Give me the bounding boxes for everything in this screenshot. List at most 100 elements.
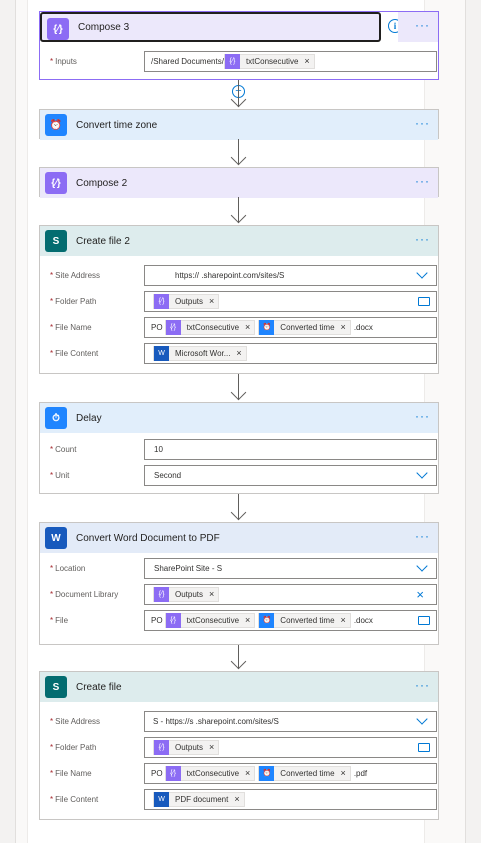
compose2-header[interactable]: {⁄} Compose 2 ··· [40, 168, 438, 198]
chevron-down-icon[interactable] [416, 466, 428, 479]
token-txtconsecutive[interactable]: {⁄} txtConsecutive × [164, 319, 256, 335]
remove-token-icon[interactable]: × [341, 615, 346, 625]
create-file2-title: Create file 2 [76, 235, 130, 247]
compose-token-icon: {⁄} [154, 739, 169, 755]
compose-icon: {⁄} [47, 18, 69, 40]
count-input[interactable]: 10 [144, 438, 437, 460]
compose-token-icon: {⁄} [154, 586, 169, 602]
folder-icon[interactable] [418, 296, 430, 306]
token-pdf-document[interactable]: W PDF document × [153, 791, 245, 807]
clock-token-icon: ⏰ [259, 319, 275, 335]
clock-token-icon: ⏰ [259, 765, 275, 781]
token-outputs[interactable]: {⁄} Outputs × [153, 293, 220, 309]
unit-dropdown[interactable]: Second [144, 464, 437, 486]
remove-token-icon[interactable]: × [209, 296, 214, 306]
compose-token-icon: {⁄} [165, 319, 181, 335]
site-address-field: * Site Address https:// .sharepoint.com/s… [48, 262, 437, 288]
folder-path-label: Folder Path [55, 742, 97, 752]
token-converted-time[interactable]: ⏰ Converted time × [258, 765, 351, 781]
create-file2-header[interactable]: S Create file 2 ··· [40, 226, 438, 256]
delay-header[interactable]: ⏱ Delay ··· [40, 403, 438, 433]
convert-timezone-header[interactable]: ⏰ Convert time zone ··· [40, 110, 438, 140]
token-outputs[interactable]: {⁄} Outputs × [153, 586, 220, 602]
remove-token-icon[interactable]: × [341, 768, 346, 778]
token-microsoft-word[interactable]: W Microsoft Wor... × [153, 345, 247, 361]
remove-token-icon[interactable]: × [245, 768, 250, 778]
token-txtconsecutive[interactable]: {⁄} txtConsecutive × [164, 612, 256, 628]
compose3-card[interactable]: {⁄} Compose 3 i ··· * Inputs /Shared Docu… [39, 11, 439, 80]
remove-token-icon[interactable]: × [209, 742, 214, 752]
compose-token-icon: {⁄} [224, 53, 240, 69]
convert-word-pdf-header[interactable]: W Convert Word Document to PDF ··· [40, 523, 438, 553]
remove-token-icon[interactable]: × [341, 322, 346, 332]
chevron-down-icon[interactable] [416, 712, 428, 725]
location-label: Location [55, 563, 86, 573]
file-content-field: * File Content W Microsoft Wor... × [48, 340, 437, 366]
compose3-title: Compose 3 [78, 21, 130, 33]
remove-token-icon[interactable]: × [236, 348, 241, 358]
remove-token-icon[interactable]: × [209, 589, 214, 599]
more-options-button[interactable]: ··· [415, 117, 430, 129]
more-options-button[interactable]: ··· [415, 410, 430, 422]
location-dropdown[interactable]: SharePoint Site - S [144, 557, 437, 579]
more-options-button[interactable]: ··· [415, 19, 430, 31]
folder-icon[interactable] [418, 615, 430, 625]
compose2-title: Compose 2 [76, 177, 128, 189]
document-library-input[interactable]: {⁄} Outputs × × [144, 583, 437, 605]
compose-icon: {⁄} [45, 172, 67, 194]
sharepoint-icon: S [45, 230, 67, 252]
file-content-input[interactable]: W PDF document × [144, 788, 437, 810]
delay-card[interactable]: ⏱ Delay ··· * Count 10 * Unit Second [39, 402, 439, 494]
compose3-header[interactable]: {⁄} Compose 3 [40, 12, 381, 42]
compose2-card[interactable]: {⁄} Compose 2 ··· [39, 167, 439, 198]
more-options-button[interactable]: ··· [415, 233, 430, 245]
create-file-title: Create file [76, 681, 122, 693]
clear-icon[interactable]: × [416, 587, 424, 602]
file-content-label: File Content [55, 794, 99, 804]
folder-icon[interactable] [418, 742, 430, 752]
create-file-card[interactable]: S Create file ··· * Site Address S - http… [39, 671, 439, 820]
site-address-label: Site Address [55, 716, 101, 726]
file-name-field: * File Name PO {⁄} txtConsecutive × ⏰ Conver… [48, 314, 437, 340]
create-file-header[interactable]: S Create file ··· [40, 672, 438, 702]
chevron-down-icon[interactable] [416, 559, 428, 572]
site-address-field: * Site Address S - https://s .sharepoint.… [48, 708, 437, 734]
site-address-dropdown[interactable]: S - https://s .sharepoint.com/sites/S [144, 710, 437, 732]
remove-token-icon[interactable]: × [245, 322, 250, 332]
count-field: * Count 10 [48, 436, 437, 462]
file-label: File [55, 615, 69, 625]
file-name-input[interactable]: PO {⁄} txtConsecutive × ⏰ Converted time × .… [144, 762, 437, 784]
token-outputs[interactable]: {⁄} Outputs × [153, 739, 220, 755]
compose-token-icon: {⁄} [154, 293, 169, 309]
timer-icon: ⏱ [45, 407, 67, 429]
more-options-button[interactable]: ··· [415, 530, 430, 542]
remove-token-icon[interactable]: × [234, 794, 239, 804]
token-txtconsecutive[interactable]: {⁄} txtConsecutive × [223, 53, 315, 69]
sharepoint-icon: S [45, 676, 67, 698]
convert-timezone-card[interactable]: ⏰ Convert time zone ··· [39, 109, 439, 140]
convert-word-pdf-title: Convert Word Document to PDF [76, 532, 220, 544]
file-content-input[interactable]: W Microsoft Wor... × [144, 342, 437, 364]
folder-path-field: * Folder Path {⁄} Outputs × [48, 288, 437, 314]
more-options-button[interactable]: ··· [415, 175, 430, 187]
token-converted-time[interactable]: ⏰ Converted time × [258, 612, 351, 628]
folder-path-field: * Folder Path {⁄} Outputs × [48, 734, 437, 760]
document-library-label: Document Library [55, 589, 119, 599]
remove-token-icon[interactable]: × [304, 56, 309, 66]
chevron-down-icon[interactable] [416, 266, 428, 279]
file-field: * File PO {⁄} txtConsecutive × ⏰ Converted t… [48, 607, 437, 633]
count-label: Count [55, 444, 77, 454]
folder-path-input[interactable]: {⁄} Outputs × [144, 290, 437, 312]
inputs-input[interactable]: /Shared Documents/ {⁄} txtConsecutive × [144, 50, 437, 72]
file-input[interactable]: PO {⁄} txtConsecutive × ⏰ Converted time × .… [144, 609, 437, 631]
token-txtconsecutive[interactable]: {⁄} txtConsecutive × [164, 765, 256, 781]
remove-token-icon[interactable]: × [245, 615, 250, 625]
create-file2-card[interactable]: S Create file 2 ··· * Site Address https:… [39, 225, 439, 374]
site-address-dropdown[interactable]: https:// .sharepoint.com/sites/S [144, 264, 437, 286]
folder-path-input[interactable]: {⁄} Outputs × [144, 736, 437, 758]
inputs-label: Inputs [55, 56, 77, 66]
file-name-input[interactable]: PO {⁄} txtConsecutive × ⏰ Converted time × .… [144, 316, 437, 338]
token-converted-time[interactable]: ⏰ Converted time × [258, 319, 351, 335]
convert-word-pdf-card[interactable]: W Convert Word Document to PDF ··· * Loca… [39, 522, 439, 645]
more-options-button[interactable]: ··· [415, 679, 430, 691]
